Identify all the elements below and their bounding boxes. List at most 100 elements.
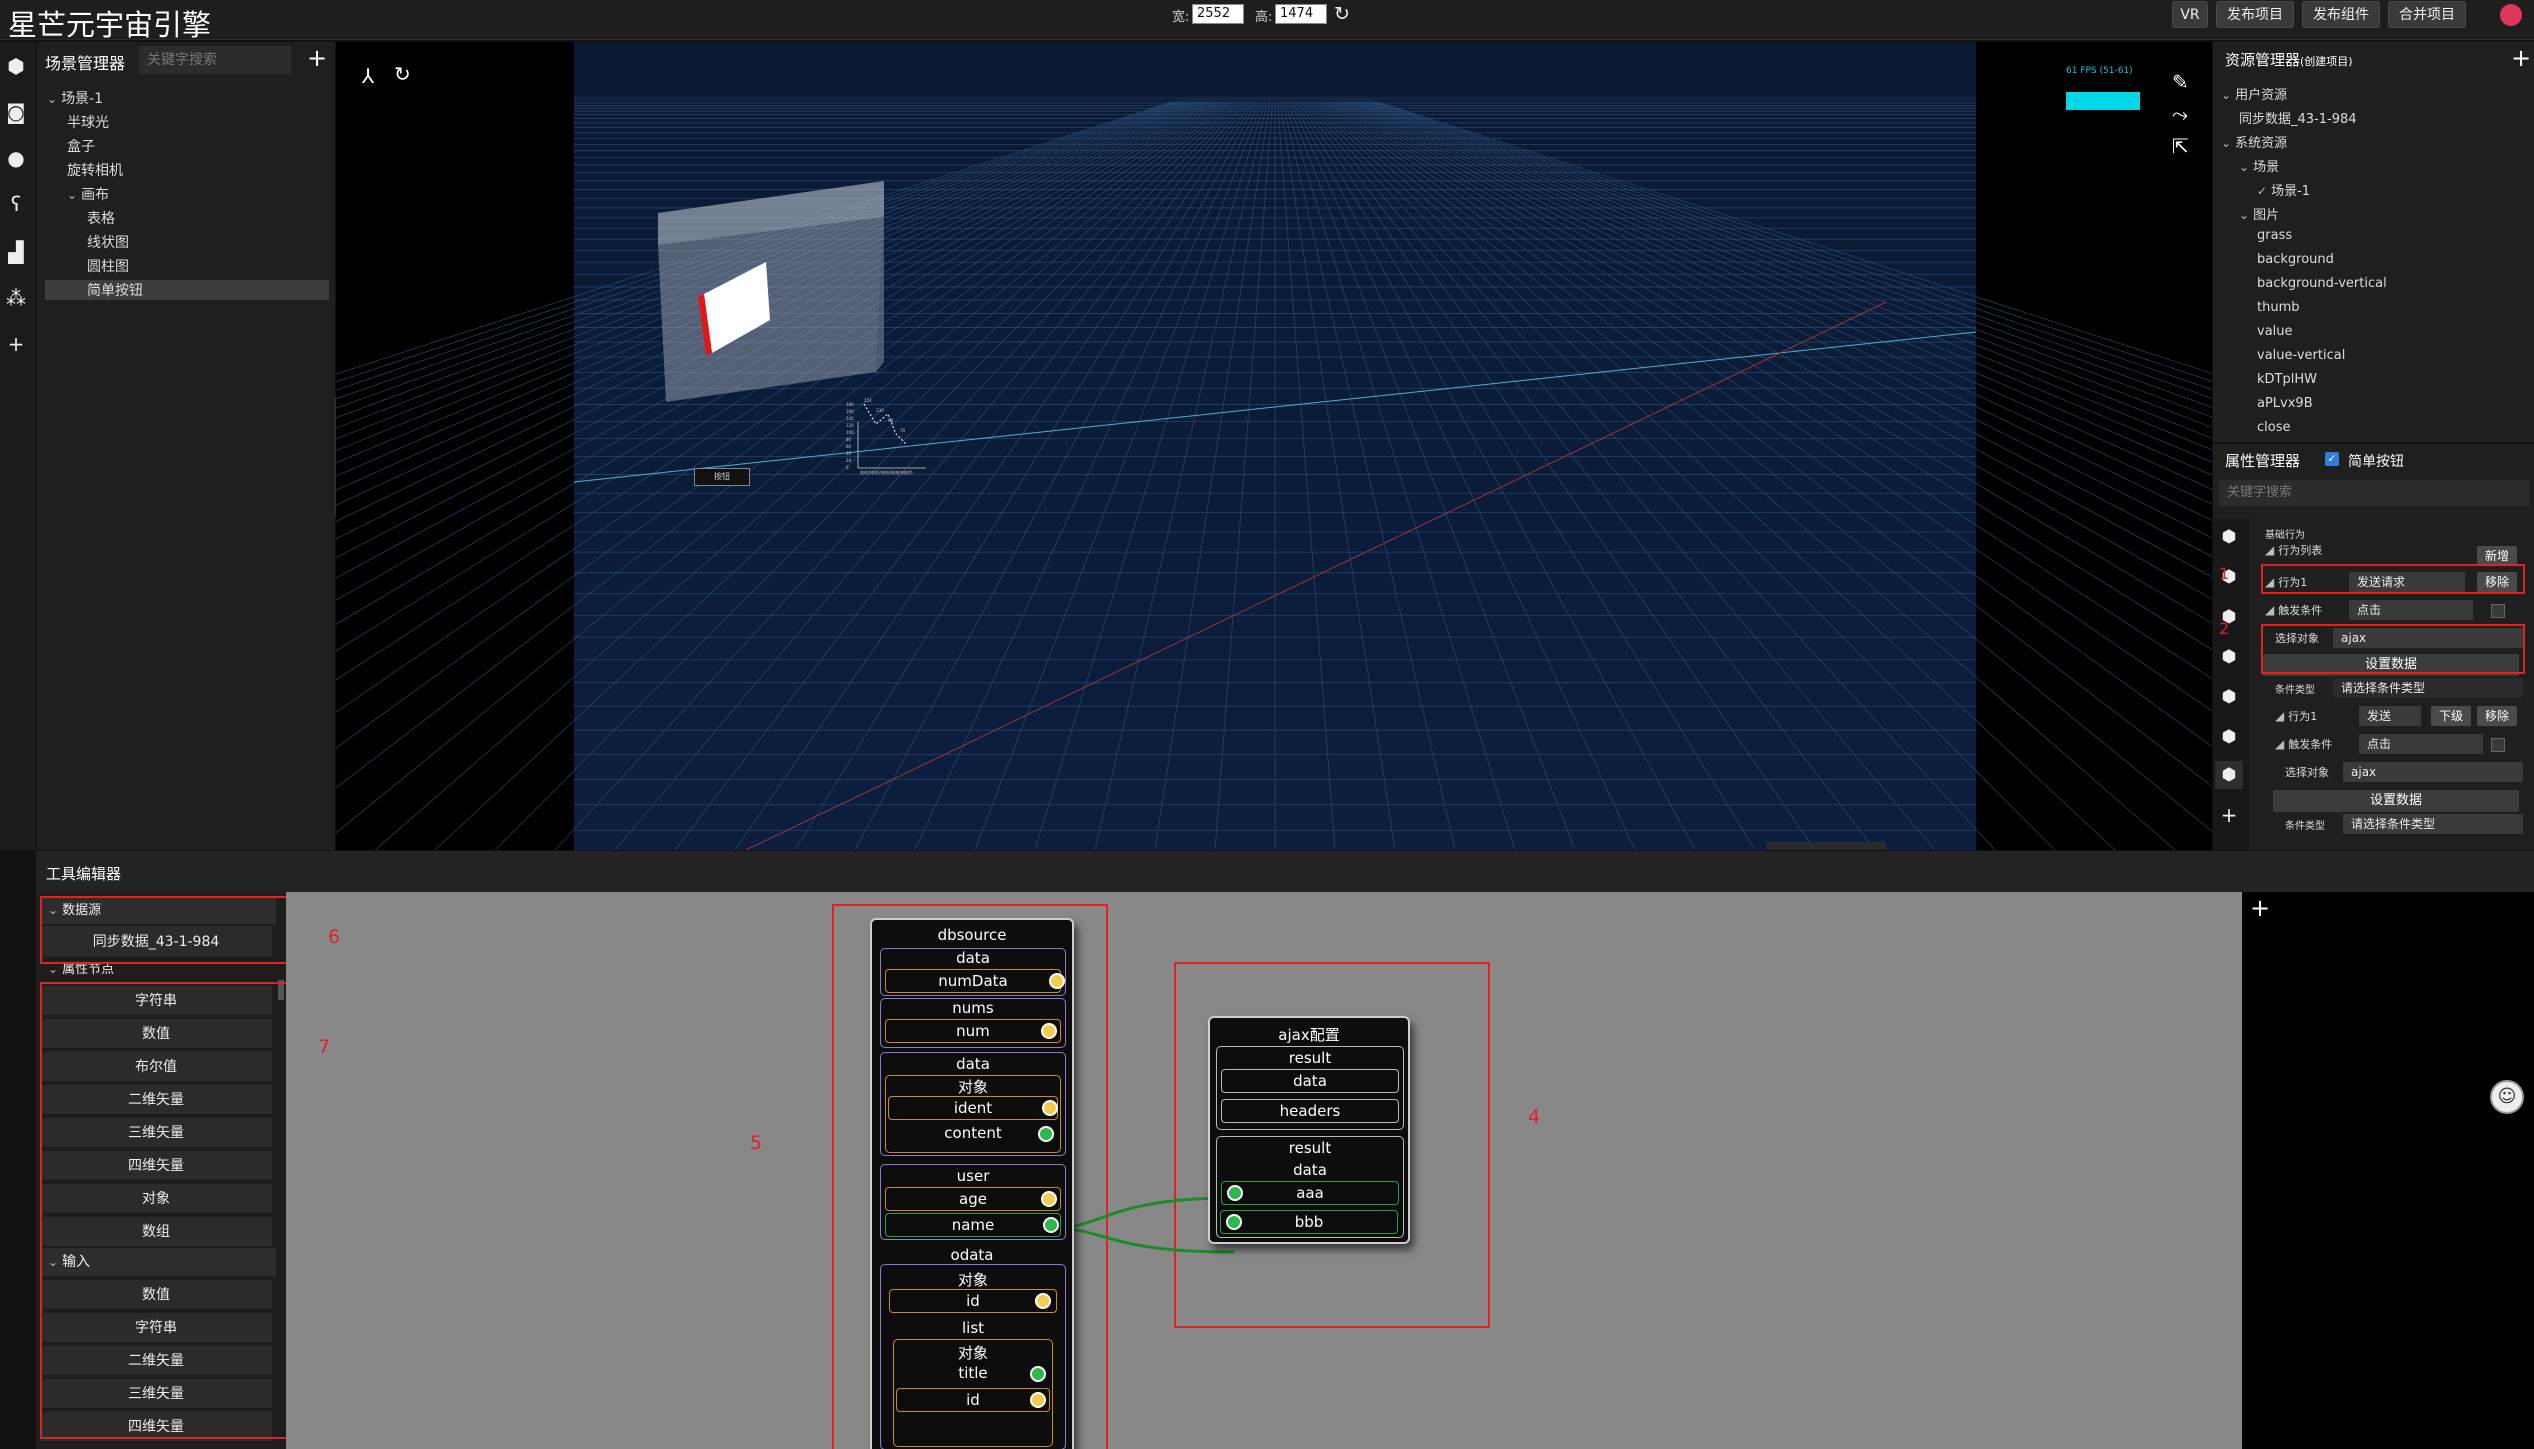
- resource-tree-item[interactable]: ⌄ 场景: [2239, 156, 2279, 175]
- port-content[interactable]: [1038, 1126, 1054, 1142]
- cube-icon[interactable]: ⬢: [2, 52, 30, 80]
- field-data[interactable]: data: [1221, 1069, 1399, 1093]
- scene-tree-item[interactable]: 旋转相机: [67, 160, 123, 180]
- chevron-down-icon[interactable]: ⌄: [47, 92, 57, 106]
- port-numdata[interactable]: [1049, 973, 1065, 989]
- plus-icon[interactable]: +: [2215, 801, 2243, 829]
- cube-icon[interactable]: ⬢: [2215, 523, 2243, 551]
- resource-tree-item[interactable]: aPLvx9B: [2257, 396, 2313, 411]
- cube-icon[interactable]: ⬢: [2215, 723, 2243, 751]
- scene-search-input[interactable]: 关键字搜索: [139, 46, 291, 74]
- chevron-down-icon[interactable]: ⌄: [2221, 136, 2231, 150]
- resource-tree-item[interactable]: value-vertical: [2257, 348, 2345, 363]
- resource-tree-item[interactable]: value: [2257, 324, 2293, 339]
- node-graph-canvas[interactable]: 6 7 5 4 dbsource data numData nums num d…: [286, 892, 2242, 1449]
- chevron-down-icon[interactable]: ⌄: [2239, 160, 2249, 174]
- field-headers[interactable]: headers: [1221, 1099, 1399, 1123]
- scene-tree-item[interactable]: 简单按钮: [45, 280, 329, 300]
- chevron-down-icon[interactable]: ⌄: [2221, 88, 2231, 102]
- chevron-down-icon[interactable]: ⌄: [2239, 208, 2249, 222]
- add-behavior-button[interactable]: 新增: [2477, 546, 2517, 566]
- light-bulb-icon[interactable]: ●: [2, 144, 30, 172]
- refresh-icon[interactable]: ↻: [1334, 3, 1350, 25]
- field-aaa[interactable]: aaa: [1221, 1181, 1399, 1205]
- resource-tree-item[interactable]: background: [2257, 252, 2334, 267]
- height-input[interactable]: 1474: [1275, 4, 1327, 24]
- particles-icon[interactable]: ⁂: [2, 284, 30, 312]
- field-num[interactable]: num: [885, 1019, 1061, 1043]
- resource-tree-item[interactable]: close: [2257, 420, 2290, 435]
- condition-type-select[interactable]: 请选择条件类型: [2333, 678, 2523, 698]
- cube-icon[interactable]: ⬢: [2215, 761, 2243, 789]
- vr-button[interactable]: VR: [2172, 1, 2208, 28]
- add-node-icon[interactable]: +: [2250, 894, 2270, 922]
- field-age[interactable]: age: [885, 1187, 1061, 1211]
- resource-tree-item[interactable]: thumb: [2257, 300, 2300, 315]
- scene-tree-item[interactable]: ⌄ 场景-1: [47, 88, 103, 108]
- behavior1b-select[interactable]: 发送: [2359, 706, 2421, 726]
- chevron-down-icon[interactable]: ⌄: [67, 188, 77, 202]
- publish-project-button[interactable]: 发布项目: [2216, 1, 2294, 28]
- port-aaa[interactable]: [1227, 1185, 1243, 1201]
- axes-icon[interactable]: ⅄: [362, 64, 374, 88]
- field-title[interactable]: title: [896, 1362, 1050, 1386]
- trigger-checkbox-2[interactable]: [2491, 738, 2505, 752]
- export-icon[interactable]: ⇱: [2172, 134, 2189, 158]
- visible-checkbox[interactable]: ✓: [2325, 452, 2339, 466]
- field-list-id[interactable]: id: [896, 1388, 1050, 1412]
- scene-tree-item[interactable]: 圆柱图: [87, 256, 129, 276]
- path-icon[interactable]: ⤳: [2172, 102, 2188, 126]
- bear-icon[interactable]: ʕ: [2, 190, 30, 218]
- width-input[interactable]: 2552: [1192, 4, 1244, 24]
- resource-tree-item[interactable]: ⌄ 系统资源: [2221, 132, 2287, 151]
- ajax-config-node[interactable]: ajax配置 result data headers result data a…: [1208, 1016, 1410, 1244]
- cube-icon[interactable]: ⬢: [2215, 643, 2243, 671]
- port-list-id[interactable]: [1030, 1392, 1046, 1408]
- viewport-canvas[interactable]: 180160140120100806040200哈哈1哈哈2哈哈3哈哈4哈哈51…: [336, 42, 2212, 850]
- resource-tree-item[interactable]: 同步数据_43-1-984: [2239, 108, 2357, 127]
- port-bbb[interactable]: [1226, 1214, 1242, 1230]
- resource-tree-item[interactable]: ⌄ 图片: [2239, 204, 2279, 223]
- user-avatar[interactable]: [2500, 4, 2522, 26]
- cube-icon[interactable]: ⬢: [2215, 683, 2243, 711]
- camera-icon[interactable]: ◙: [2, 98, 30, 126]
- property-search-input[interactable]: 关键字搜索: [2219, 480, 2529, 506]
- scene-tree-item[interactable]: 表格: [87, 208, 115, 228]
- field-name[interactable]: name: [885, 1213, 1061, 1237]
- field-bbb[interactable]: bbb: [1220, 1210, 1398, 1234]
- assistant-avatar-icon[interactable]: ☺: [2490, 1080, 2524, 1114]
- field-content[interactable]: content: [888, 1122, 1058, 1146]
- port-ident[interactable]: [1042, 1100, 1058, 1116]
- trigger-select-2[interactable]: 点击: [2359, 734, 2483, 754]
- child-behavior-button[interactable]: 下级: [2431, 706, 2471, 726]
- resource-tree-item[interactable]: background-vertical: [2257, 276, 2387, 291]
- field-id[interactable]: id: [889, 1289, 1057, 1313]
- trigger-select[interactable]: 点击: [2349, 600, 2473, 620]
- simple-button-3d[interactable]: 按钮: [694, 468, 750, 486]
- resource-tree-item[interactable]: ✓ 场景-1: [2257, 180, 2310, 199]
- publish-component-button[interactable]: 发布组件: [2302, 1, 2380, 28]
- port-title[interactable]: [1030, 1366, 1046, 1382]
- port-name[interactable]: [1043, 1217, 1059, 1233]
- resource-tree-item[interactable]: ⌄ 用户资源: [2221, 84, 2287, 103]
- remove-behavior-button-2[interactable]: 移除: [2477, 706, 2517, 726]
- select-target-input-2[interactable]: ajax: [2343, 762, 2523, 782]
- reset-view-icon[interactable]: ↻: [394, 62, 411, 86]
- port-id[interactable]: [1035, 1293, 1051, 1309]
- scene-tree-item[interactable]: ⌄ 画布: [67, 184, 109, 204]
- condition-type-select-2[interactable]: 请选择条件类型: [2343, 814, 2523, 834]
- resource-tree-item[interactable]: grass: [2257, 228, 2292, 243]
- scene-tree-item[interactable]: 线状图: [87, 232, 129, 252]
- port-num[interactable]: [1041, 1023, 1057, 1039]
- field-numdata[interactable]: numData: [885, 969, 1061, 993]
- plus-icon[interactable]: +: [2, 330, 30, 358]
- pencil-icon[interactable]: ✎: [2172, 70, 2189, 94]
- chart-icon[interactable]: ▟: [2, 238, 30, 266]
- field-ident[interactable]: ident: [888, 1096, 1058, 1120]
- set-data-button-2[interactable]: 设置数据: [2273, 790, 2519, 812]
- port-age[interactable]: [1041, 1191, 1057, 1207]
- add-resource-icon[interactable]: +: [2511, 44, 2531, 72]
- merge-project-button[interactable]: 合并项目: [2388, 1, 2466, 28]
- trigger-checkbox[interactable]: [2491, 604, 2505, 618]
- 3d-viewport[interactable]: 180 160 140 120 100 80 60 40 20 0 哈哈1哈哈2哈哈3哈哈4哈哈5 1…: [336, 42, 2212, 850]
